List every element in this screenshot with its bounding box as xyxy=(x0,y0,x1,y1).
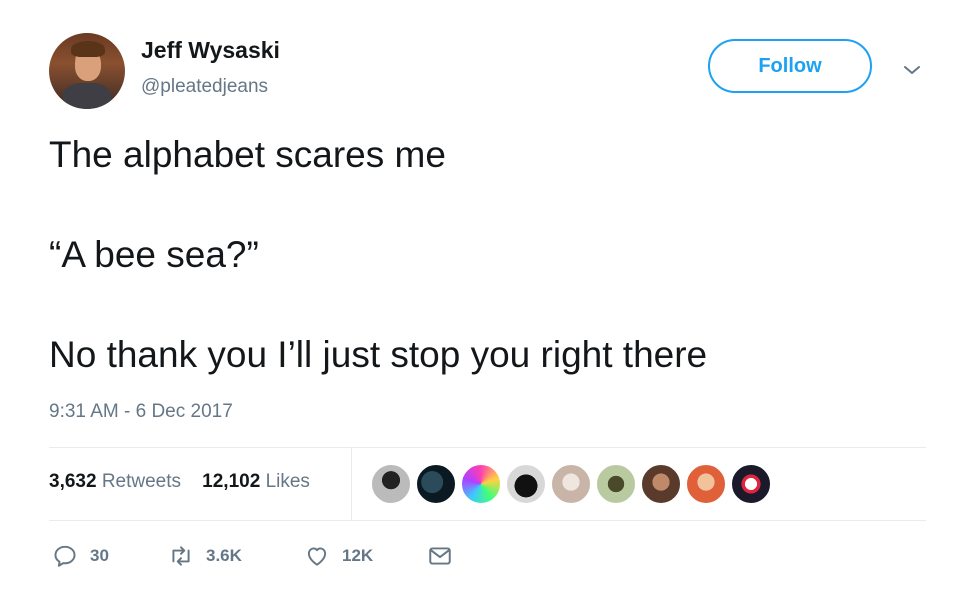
liker-avatar[interactable] xyxy=(506,464,546,504)
direct-message-button[interactable] xyxy=(427,543,465,569)
likes-count: 12,102 xyxy=(202,471,261,492)
heart-icon xyxy=(307,547,327,566)
stats-vertical-divider xyxy=(351,447,352,520)
liker-avatar[interactable] xyxy=(371,464,411,504)
author-avatar[interactable] xyxy=(49,33,125,109)
reply-button[interactable]: 30 xyxy=(52,543,109,569)
tweet-text-line-1: The alphabet scares me xyxy=(49,134,446,175)
liker-avatar[interactable] xyxy=(461,464,501,504)
liker-avatar[interactable] xyxy=(551,464,591,504)
follow-button[interactable]: Follow xyxy=(708,39,872,93)
retweets-count: 3,632 xyxy=(49,471,97,492)
like-count: 12K xyxy=(342,546,374,565)
tweet-text-line-3: No thank you I’ll just stop you right th… xyxy=(49,334,708,375)
stats-bottom-divider xyxy=(49,520,926,521)
author-name[interactable]: Jeff Wysaski xyxy=(141,37,280,64)
reply-count: 30 xyxy=(90,546,109,565)
likes-label: Likes xyxy=(265,471,310,492)
tweet-timestamp[interactable]: 9:31 AM - 6 Dec 2017 xyxy=(49,401,233,423)
liker-avatar[interactable] xyxy=(641,464,681,504)
liker-avatar[interactable] xyxy=(731,464,771,504)
liker-avatar[interactable] xyxy=(416,464,456,504)
envelope-icon xyxy=(429,547,451,565)
chevron-down-icon[interactable] xyxy=(900,58,924,82)
author-handle[interactable]: @pleatedjeans xyxy=(141,76,268,98)
tweet-text-line-2: “A bee sea?” xyxy=(49,234,259,275)
retweets-label: Retweets xyxy=(101,471,182,492)
retweet-button[interactable]: 3.6K xyxy=(168,543,242,569)
liker-avatar[interactable] xyxy=(596,464,636,504)
retweet-icon xyxy=(172,546,190,566)
avatar-hair xyxy=(71,41,105,57)
avatar-shirt xyxy=(63,83,111,109)
retweets-stat[interactable]: 3,632 Retweets xyxy=(49,471,181,492)
stats-top-divider xyxy=(49,447,926,448)
reply-icon xyxy=(54,545,76,567)
likes-stat[interactable]: 12,102 Likes xyxy=(202,471,310,492)
tweet-stats: 3,632 Retweets 12,102 Likes xyxy=(49,471,310,493)
like-button[interactable]: 12K xyxy=(304,543,373,569)
liker-avatar[interactable] xyxy=(686,464,726,504)
retweet-count: 3.6K xyxy=(206,546,242,565)
